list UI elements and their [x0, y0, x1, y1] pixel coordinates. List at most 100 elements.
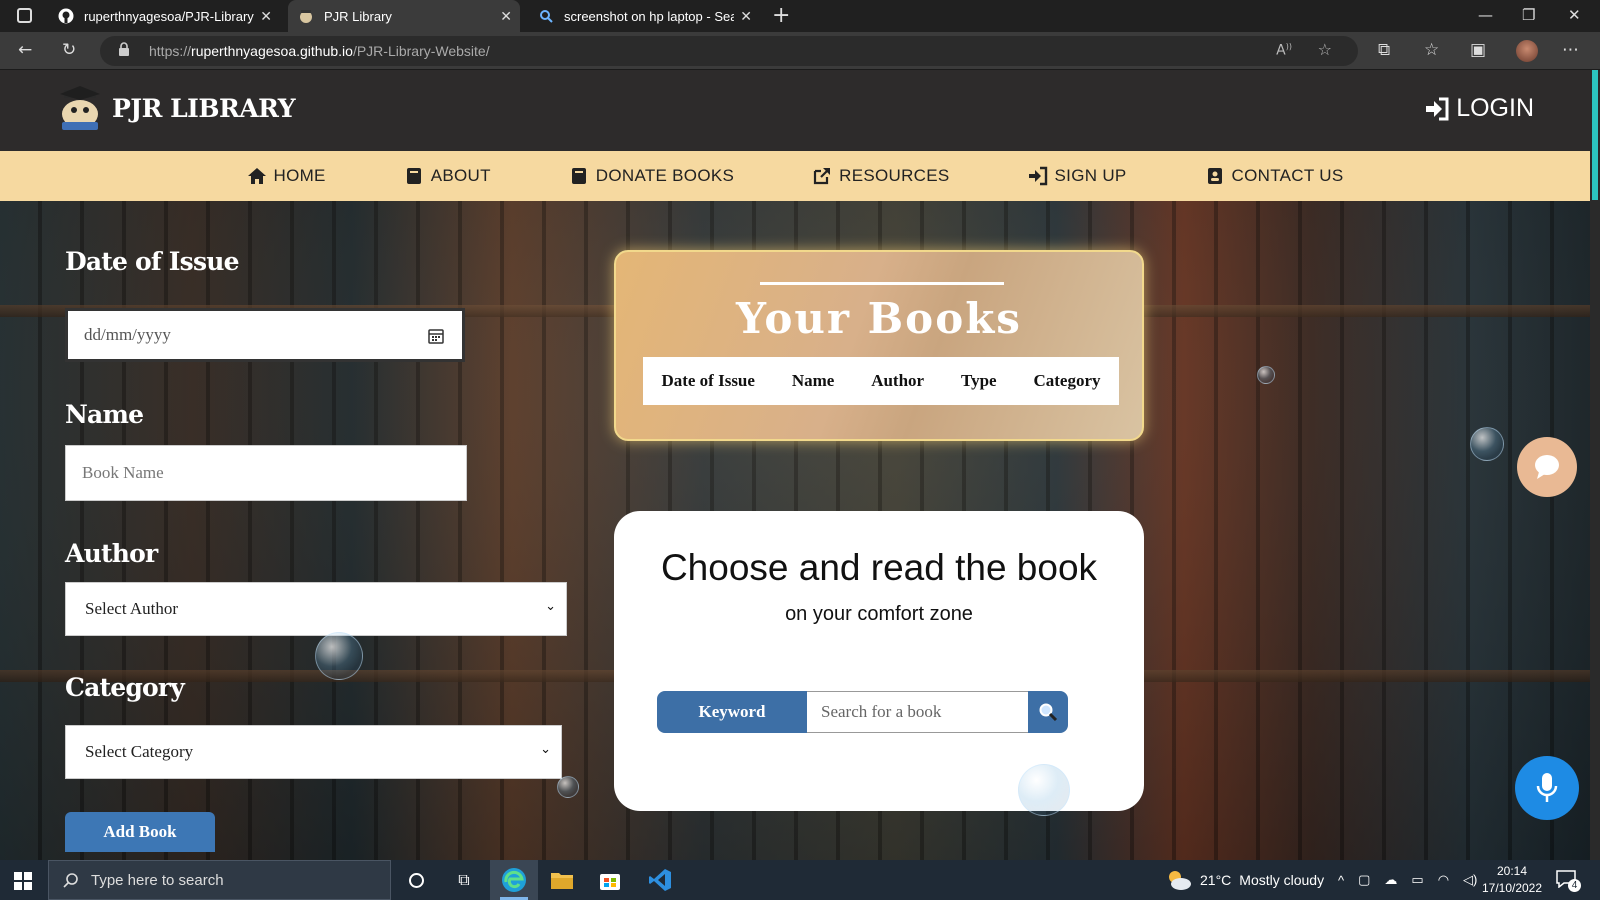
more-menu-icon[interactable]: ⋯	[1562, 40, 1579, 60]
login-label: LOGIN	[1456, 94, 1534, 122]
tab-actions-icon[interactable]	[17, 8, 32, 23]
chevron-down-icon: ⌄	[540, 741, 551, 756]
tab-pjr-library[interactable]: PJR Library ✕	[288, 0, 520, 32]
category-selected: Select Category	[85, 742, 194, 761]
tab-label: screenshot on hp laptop - Search	[564, 8, 734, 24]
github-icon	[58, 8, 74, 24]
task-view-button[interactable]: ⧉	[440, 860, 488, 900]
decorative-bubble	[315, 632, 363, 680]
search-icon	[63, 873, 78, 888]
site-brand[interactable]: PJR LIBRARY	[112, 94, 296, 123]
main-nav: HOME ABOUT DONATE BOOKS RESOURCES SIGN U…	[0, 151, 1590, 201]
weather-widget[interactable]: 21°C Mostly cloudy	[1166, 860, 1324, 900]
nav-signup-label: SIGN UP	[1054, 166, 1127, 185]
web-page: PJR LIBRARY LOGIN HOME ABOUT DONATE BOOK…	[0, 70, 1600, 860]
meet-now-icon[interactable]: ▢	[1358, 872, 1370, 888]
close-window-icon[interactable]: ✕	[1568, 6, 1581, 24]
nav-home-label: HOME	[273, 166, 326, 185]
add-book-button[interactable]: Add Book	[65, 812, 215, 852]
onedrive-cloud-icon[interactable]: ☁	[1384, 872, 1397, 888]
home-icon	[247, 168, 266, 184]
name-label: Name	[65, 400, 144, 429]
vscode-taskbar-app[interactable]	[636, 860, 684, 900]
close-tab-icon[interactable]: ✕	[500, 8, 512, 25]
refresh-icon[interactable]: ↻	[62, 40, 76, 60]
close-tab-icon[interactable]: ✕	[740, 8, 752, 25]
system-tray-icons: ^ ▢ ☁ ▭ ◠ ◁)	[1338, 860, 1477, 900]
date-of-issue-input[interactable]: dd/mm/yyyy	[65, 308, 465, 362]
add-favorite-icon[interactable]: ☆	[1318, 40, 1332, 59]
book-name-placeholder: Book Name	[82, 463, 164, 482]
search-button[interactable]	[1028, 691, 1068, 733]
nav-donate-books[interactable]: DONATE BOOKS	[569, 151, 734, 201]
store-icon	[600, 874, 620, 890]
restore-icon[interactable]: ❐	[1522, 6, 1535, 24]
nav-about-label: ABOUT	[430, 166, 491, 185]
voice-search-button[interactable]	[1515, 756, 1579, 820]
chat-bubble-icon	[1535, 455, 1559, 479]
login-link[interactable]: LOGIN	[1424, 94, 1534, 123]
site-logo-icon	[298, 8, 314, 24]
notification-center-button[interactable]: 4	[1556, 870, 1582, 892]
tab-label: ruperthnyagesoa/PJR-Library-We	[84, 8, 254, 24]
new-tab-button[interactable]: +	[772, 3, 790, 28]
sign-in-icon	[1426, 97, 1449, 120]
address-bar[interactable]: https://ruperthnyagesoa.github.io/PJR-Li…	[100, 36, 1358, 66]
your-books-title: Your Books	[736, 294, 1022, 343]
notification-count-badge: 4	[1568, 879, 1581, 892]
windows-logo-icon	[14, 872, 32, 890]
your-books-card: Your Books Date of Issue Name Author Typ…	[614, 250, 1144, 441]
search-card-subtitle: on your comfort zone	[785, 603, 973, 625]
book-search-input[interactable]: Search for a book	[807, 691, 1028, 733]
speaker-icon[interactable]: ◁)	[1463, 872, 1477, 888]
store-taskbar-app[interactable]	[586, 860, 634, 900]
search-icon	[1039, 703, 1058, 722]
favorites-icon[interactable]: ☆	[1424, 40, 1439, 60]
wifi-icon[interactable]: ◠	[1438, 872, 1449, 888]
nav-resources[interactable]: RESOURCES	[812, 151, 949, 201]
calendar-icon[interactable]	[428, 328, 444, 344]
chevron-up-icon[interactable]: ^	[1338, 873, 1344, 888]
taskbar-search-box[interactable]: Type here to search	[48, 860, 391, 900]
sign-in-icon	[1028, 166, 1047, 186]
nav-about[interactable]: ABOUT	[404, 151, 491, 201]
collections-icon[interactable]: ▣	[1470, 40, 1486, 60]
nav-home[interactable]: HOME	[247, 151, 326, 201]
column-header: Author	[871, 371, 925, 390]
cortana-button[interactable]	[392, 860, 440, 900]
chevron-down-icon: ⌄	[545, 598, 556, 613]
library-logo[interactable]	[56, 84, 104, 132]
chat-button[interactable]	[1517, 437, 1577, 497]
taskbar-clock[interactable]: 20:14 17/10/2022	[1478, 863, 1546, 897]
lock-icon	[119, 42, 129, 56]
edge-taskbar-app[interactable]	[490, 860, 538, 900]
decorative-bubble	[1470, 427, 1504, 461]
clock-date: 17/10/2022	[1481, 881, 1543, 895]
column-header: Type	[961, 371, 997, 390]
extensions-icon[interactable]: ⧉	[1378, 40, 1390, 60]
keyword-button[interactable]: Keyword	[657, 691, 807, 733]
books-table-header: Date of Issue Name Author Type Category	[643, 357, 1119, 405]
decorative-bubble	[1257, 366, 1275, 384]
author-select[interactable]: Select Author ⌄	[65, 582, 567, 636]
tab-bing-search[interactable]: screenshot on hp laptop - Search ✕	[528, 0, 760, 32]
url-text: https://ruperthnyagesoa.github.io/PJR-Li…	[149, 43, 490, 59]
nav-sign-up[interactable]: SIGN UP	[1028, 151, 1127, 201]
start-button[interactable]	[14, 872, 32, 890]
file-explorer-taskbar-app[interactable]	[538, 860, 586, 900]
page-scrollbar[interactable]	[1590, 70, 1600, 860]
contact-icon	[1207, 168, 1222, 184]
back-icon[interactable]: ←	[18, 40, 32, 60]
read-aloud-icon[interactable]: A))	[1276, 42, 1292, 59]
tab-github[interactable]: ruperthnyagesoa/PJR-Library-We ✕	[48, 0, 280, 32]
nav-donate-label: DONATE BOOKS	[595, 166, 735, 185]
close-tab-icon[interactable]: ✕	[260, 8, 272, 25]
category-select[interactable]: Select Category ⌄	[65, 725, 562, 779]
minimize-icon[interactable]: —	[1478, 6, 1493, 24]
nav-contact-us[interactable]: CONTACT US	[1205, 151, 1344, 201]
category-label: Category	[65, 673, 185, 702]
battery-icon[interactable]: ▭	[1411, 872, 1423, 888]
profile-avatar[interactable]	[1516, 40, 1538, 62]
search-icon	[538, 8, 554, 24]
book-name-input[interactable]: Book Name	[65, 445, 467, 501]
